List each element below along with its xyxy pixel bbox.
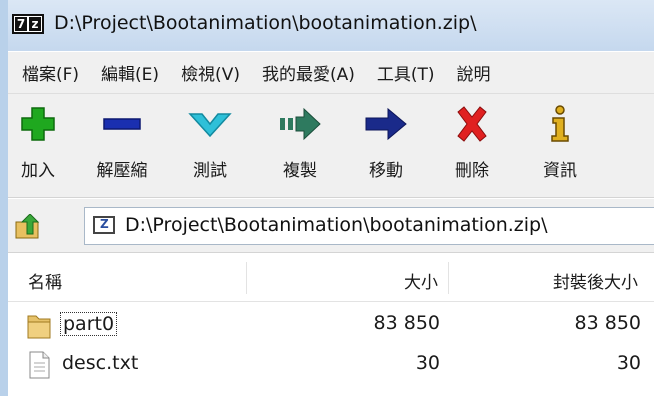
extract-icon bbox=[82, 104, 162, 144]
column-divider[interactable] bbox=[246, 262, 247, 294]
up-folder-button[interactable] bbox=[14, 213, 42, 240]
extract-button[interactable]: 解壓縮 bbox=[82, 104, 162, 181]
title-bar: 7 z D:\Project\Bootanimation\bootanimati… bbox=[8, 0, 654, 51]
address-path: D:\Project\Bootanimation\bootanimation.z… bbox=[125, 214, 548, 236]
file-size: 30 bbox=[415, 352, 440, 374]
delete-label: 刪除 bbox=[455, 161, 489, 181]
file-packed-size: 30 bbox=[616, 352, 641, 374]
test-button[interactable]: 測試 bbox=[170, 104, 250, 181]
info-button[interactable]: 資訊 bbox=[520, 104, 600, 181]
menu-favorites[interactable]: 我的最愛(A) bbox=[251, 60, 366, 85]
toolbar: 加入 解壓縮 測試 複製 移動 刪除 資訊 bbox=[8, 94, 654, 198]
list-item[interactable]: desc.txt 30 30 bbox=[8, 346, 654, 384]
delete-icon bbox=[432, 104, 512, 144]
file-name: desc.txt bbox=[62, 352, 139, 374]
file-packed-size: 83 850 bbox=[574, 312, 641, 334]
add-label: 加入 bbox=[21, 161, 55, 181]
file-name: part0 bbox=[60, 312, 118, 336]
column-header-packed-size[interactable]: 封裝後大小 bbox=[448, 268, 638, 293]
7zip-window: 7 z D:\Project\Bootanimation\bootanimati… bbox=[0, 0, 654, 396]
menu-help[interactable]: 說明 bbox=[446, 60, 502, 85]
column-header-name[interactable]: 名稱 bbox=[28, 268, 62, 293]
7zip-app-icon: 7 z bbox=[12, 14, 44, 34]
address-field[interactable]: Z D:\Project\Bootanimation\bootanimation… bbox=[84, 207, 654, 245]
extract-label: 解壓縮 bbox=[96, 161, 148, 181]
menu-edit[interactable]: 編輯(E) bbox=[90, 60, 170, 85]
move-label: 移動 bbox=[369, 161, 403, 181]
text-file-icon bbox=[26, 350, 52, 380]
add-icon bbox=[0, 104, 78, 144]
copy-label: 複製 bbox=[283, 161, 317, 181]
window-title: D:\Project\Bootanimation\bootanimation.z… bbox=[54, 12, 477, 34]
folder-up-icon bbox=[15, 213, 40, 239]
test-label: 測試 bbox=[193, 161, 227, 181]
move-icon bbox=[346, 104, 426, 144]
menu-file[interactable]: 檔案(F) bbox=[8, 60, 90, 85]
menu-tools[interactable]: 工具(T) bbox=[366, 60, 446, 85]
copy-button[interactable]: 複製 bbox=[260, 104, 340, 181]
info-icon bbox=[520, 104, 600, 144]
file-list-header: 名稱 大小 封裝後大小 bbox=[8, 254, 654, 302]
move-button[interactable]: 移動 bbox=[346, 104, 426, 181]
copy-icon bbox=[260, 104, 340, 144]
delete-button[interactable]: 刪除 bbox=[432, 104, 512, 181]
test-icon bbox=[170, 104, 250, 144]
list-item[interactable]: part0 83 850 83 850 bbox=[8, 306, 654, 344]
column-header-size[interactable]: 大小 bbox=[248, 268, 438, 293]
menu-bar: 檔案(F) 編輯(E) 檢視(V) 我的最愛(A) 工具(T) 說明 bbox=[8, 52, 654, 94]
info-label: 資訊 bbox=[543, 161, 577, 181]
address-bar: Z D:\Project\Bootanimation\bootanimation… bbox=[8, 199, 654, 253]
folder-icon bbox=[26, 310, 52, 340]
file-size: 83 850 bbox=[373, 312, 440, 334]
menu-view[interactable]: 檢視(V) bbox=[170, 60, 251, 85]
zip-archive-icon: Z bbox=[93, 216, 115, 234]
add-button[interactable]: 加入 bbox=[0, 104, 78, 181]
